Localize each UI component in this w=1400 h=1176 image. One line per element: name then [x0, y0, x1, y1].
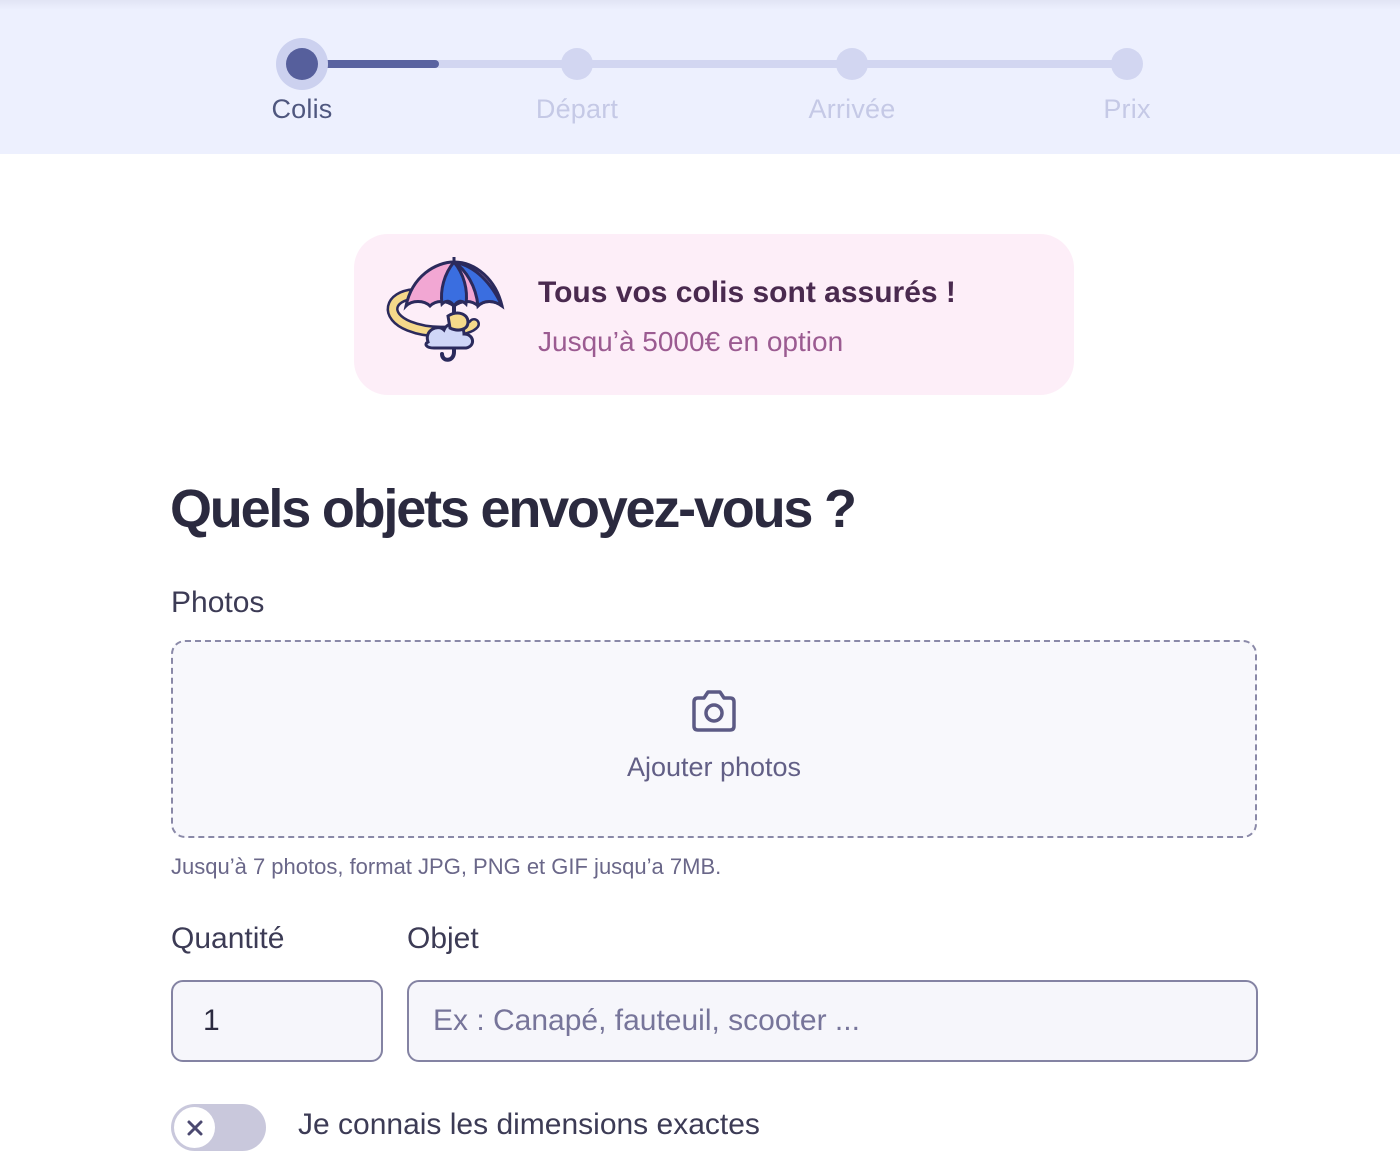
toggle-knob [174, 1107, 215, 1148]
photos-hint: Jusqu’à 7 photos, format JPG, PNG et GIF… [171, 854, 722, 879]
dimensions-toggle[interactable] [171, 1104, 266, 1151]
step-colis[interactable]: Colis [222, 38, 382, 125]
promo-subtitle: Jusqu’à 5000€ en option [538, 326, 844, 357]
step-dot-depart [551, 38, 603, 90]
step-label: Départ [535, 94, 619, 124]
step-dot-prix [1101, 38, 1153, 90]
close-icon [187, 1120, 202, 1135]
photos-label: Photos [171, 586, 265, 619]
promo-title: Tous vos colis sont assurés ! [538, 276, 956, 309]
stepper-bar: Colis Départ Arrivée Prix [0, 0, 1400, 154]
umbrella-icon [386, 257, 505, 362]
step-dot-arrivee [826, 38, 878, 90]
insurance-banner: Tous vos colis sont assurés ! Jusqu’à 50… [354, 234, 1074, 395]
step-label: Colis [271, 94, 333, 124]
photo-upload-dropzone[interactable]: Ajouter photos [171, 640, 1257, 838]
object-input[interactable] [407, 980, 1258, 1062]
page-title: Quels objets envoyez-vous ? [170, 479, 857, 539]
quantity-label: Quantité [171, 922, 285, 955]
step-arrivee[interactable]: Arrivée [772, 38, 932, 125]
add-photos-label: Ajouter photos [626, 752, 802, 782]
step-prix[interactable]: Prix [1047, 38, 1207, 125]
step-label: Arrivée [808, 94, 896, 124]
object-label: Objet [407, 922, 479, 955]
camera-icon [692, 690, 736, 732]
step-depart[interactable]: Départ [497, 38, 657, 125]
step-dot-colis [276, 38, 328, 90]
quantity-input[interactable] [171, 980, 383, 1062]
dimensions-toggle-label[interactable]: Je connais les dimensions exactes [298, 1108, 760, 1142]
step-label: Prix [1103, 94, 1151, 124]
